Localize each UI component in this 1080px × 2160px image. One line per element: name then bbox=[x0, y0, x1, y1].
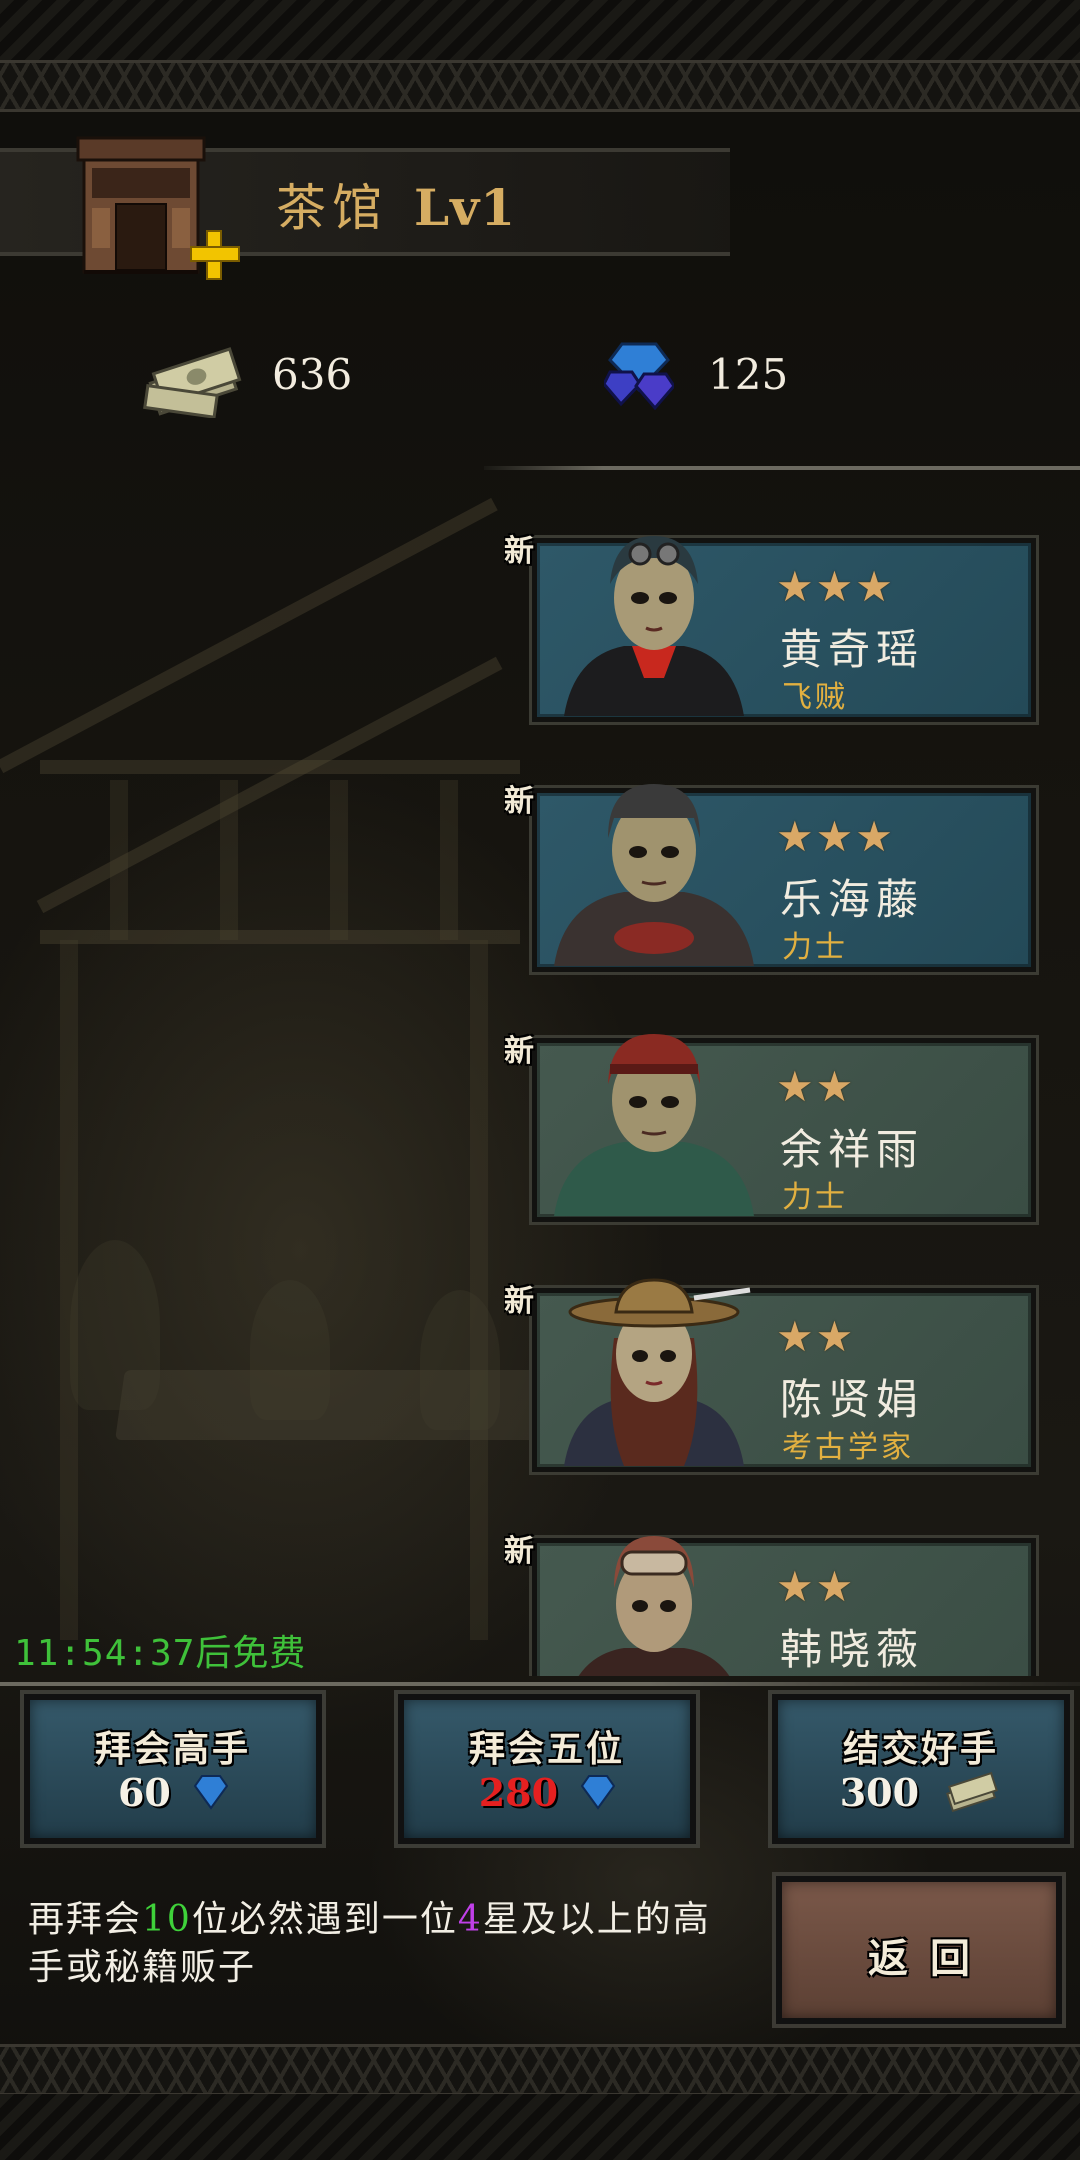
list-divider bbox=[484, 466, 1080, 470]
cash-icon bbox=[138, 346, 248, 419]
befriend-label: 结交好手 bbox=[842, 1728, 999, 1770]
upgrade-plus-icon[interactable] bbox=[190, 230, 240, 280]
seated-figure bbox=[420, 1290, 500, 1430]
cash-amount: 636 bbox=[272, 350, 353, 399]
hint-text: 再拜会 bbox=[28, 1899, 143, 1940]
hero-card[interactable]: 新 ★★ 余祥雨 力士 bbox=[504, 1020, 1040, 1226]
bottom-ornament bbox=[0, 2044, 1080, 2096]
hero-portrait bbox=[544, 528, 764, 716]
staircase-rail bbox=[36, 656, 503, 914]
gem-icon bbox=[581, 1774, 616, 1819]
visit-master-button[interactable]: 拜会高手 60 bbox=[24, 1694, 322, 1844]
hero-class: 飞贼 bbox=[782, 1672, 848, 1676]
building-level: Lv1 bbox=[414, 178, 516, 237]
new-badge: 新 bbox=[504, 1534, 534, 1569]
free-timer-time: 11:54:37 bbox=[14, 1633, 196, 1674]
staircase-rail bbox=[0, 497, 498, 774]
hero-class: 考古学家 bbox=[782, 1430, 914, 1465]
hero-portrait bbox=[544, 1028, 764, 1216]
hero-portrait bbox=[544, 1278, 764, 1466]
hint-count: 10 bbox=[142, 1899, 192, 1940]
page-title: 茶馆 Lv1 bbox=[276, 168, 516, 240]
new-badge: 新 bbox=[504, 1034, 534, 1069]
hero-card[interactable]: 新 ★★★ 乐海藤 力士 bbox=[504, 770, 1040, 976]
button-divider bbox=[0, 1682, 1080, 1686]
balcony-post bbox=[440, 780, 458, 940]
hero-name: 黄奇瑶 bbox=[780, 625, 925, 674]
gem-icon bbox=[193, 1774, 229, 1819]
hero-name: 陈贤娟 bbox=[780, 1375, 925, 1424]
new-badge: 新 bbox=[504, 1284, 534, 1319]
befriend-cost-value: 300 bbox=[839, 1770, 920, 1815]
back-label: 返回 bbox=[868, 1935, 992, 1982]
guarantee-hint: 再拜会10位必然遇到一位4星及以上的高手或秘籍贩子 bbox=[28, 1896, 748, 1992]
new-badge: 新 bbox=[504, 534, 534, 569]
balcony-post bbox=[330, 780, 348, 940]
visit-five-cost-value: 280 bbox=[478, 1770, 559, 1815]
balcony-beam bbox=[40, 760, 520, 774]
visit-master-cost-value: 60 bbox=[117, 1770, 171, 1815]
hero-stars: ★★★ bbox=[776, 812, 895, 861]
pillar bbox=[470, 940, 488, 1640]
top-ornament bbox=[0, 60, 1080, 112]
hero-stars: ★★ bbox=[776, 1312, 856, 1361]
hero-list[interactable]: 新 ★★★ 黄奇瑶 飞贼 新 ★★★ 乐海藤 力士 新 ★★ 余祥雨 力士 新 … bbox=[504, 520, 1040, 1676]
balcony-post bbox=[220, 780, 238, 940]
befriend-button[interactable]: 结交好手 300 bbox=[772, 1694, 1070, 1844]
hero-card[interactable]: 新 ★★ 陈贤娟 考古学家 bbox=[504, 1270, 1040, 1476]
seated-figure bbox=[250, 1280, 330, 1420]
hero-name: 韩晓薇 bbox=[780, 1625, 925, 1674]
top-border-pattern bbox=[0, 0, 1080, 60]
visit-five-button[interactable]: 拜会五位 280 bbox=[398, 1694, 696, 1844]
hero-stars: ★★★ bbox=[776, 562, 895, 611]
gem-amount: 125 bbox=[708, 350, 789, 399]
hero-name: 余祥雨 bbox=[780, 1125, 925, 1174]
back-button[interactable]: 返回 bbox=[776, 1876, 1062, 2024]
cash-icon bbox=[942, 1771, 1002, 1821]
visit-five-cost: 280 bbox=[404, 1770, 690, 1819]
hero-portrait bbox=[544, 778, 764, 966]
hero-name: 乐海藤 bbox=[780, 875, 925, 924]
visit-master-cost: 60 bbox=[30, 1770, 316, 1819]
free-timer-suffix: 后免费 bbox=[195, 1633, 307, 1674]
bottom-border-pattern bbox=[0, 2094, 1080, 2160]
hero-card[interactable]: 新 ★★★ 黄奇瑶 飞贼 bbox=[504, 520, 1040, 726]
visit-master-label: 拜会高手 bbox=[94, 1728, 251, 1770]
hero-card[interactable]: 新 ★★ 韩晓薇 飞贼 bbox=[504, 1520, 1040, 1676]
visit-five-label: 拜会五位 bbox=[468, 1728, 625, 1770]
gem-icon bbox=[602, 338, 676, 414]
hero-class: 飞贼 bbox=[782, 680, 848, 715]
seated-figure bbox=[70, 1240, 160, 1410]
hint-text: 位必然遇到一位 bbox=[191, 1899, 458, 1940]
new-badge: 新 bbox=[504, 784, 534, 819]
hero-class: 力士 bbox=[782, 930, 848, 965]
hero-stars: ★★ bbox=[776, 1562, 856, 1611]
hint-star-level: 4 bbox=[457, 1899, 483, 1940]
free-timer: 11:54:37后免费 bbox=[14, 1624, 306, 1676]
hero-class: 力士 bbox=[782, 1180, 848, 1215]
balcony-post bbox=[110, 780, 128, 940]
hero-stars: ★★ bbox=[776, 1062, 856, 1111]
building-name: 茶馆 bbox=[276, 179, 388, 237]
befriend-cost: 300 bbox=[778, 1770, 1064, 1821]
hero-portrait bbox=[544, 1528, 764, 1676]
